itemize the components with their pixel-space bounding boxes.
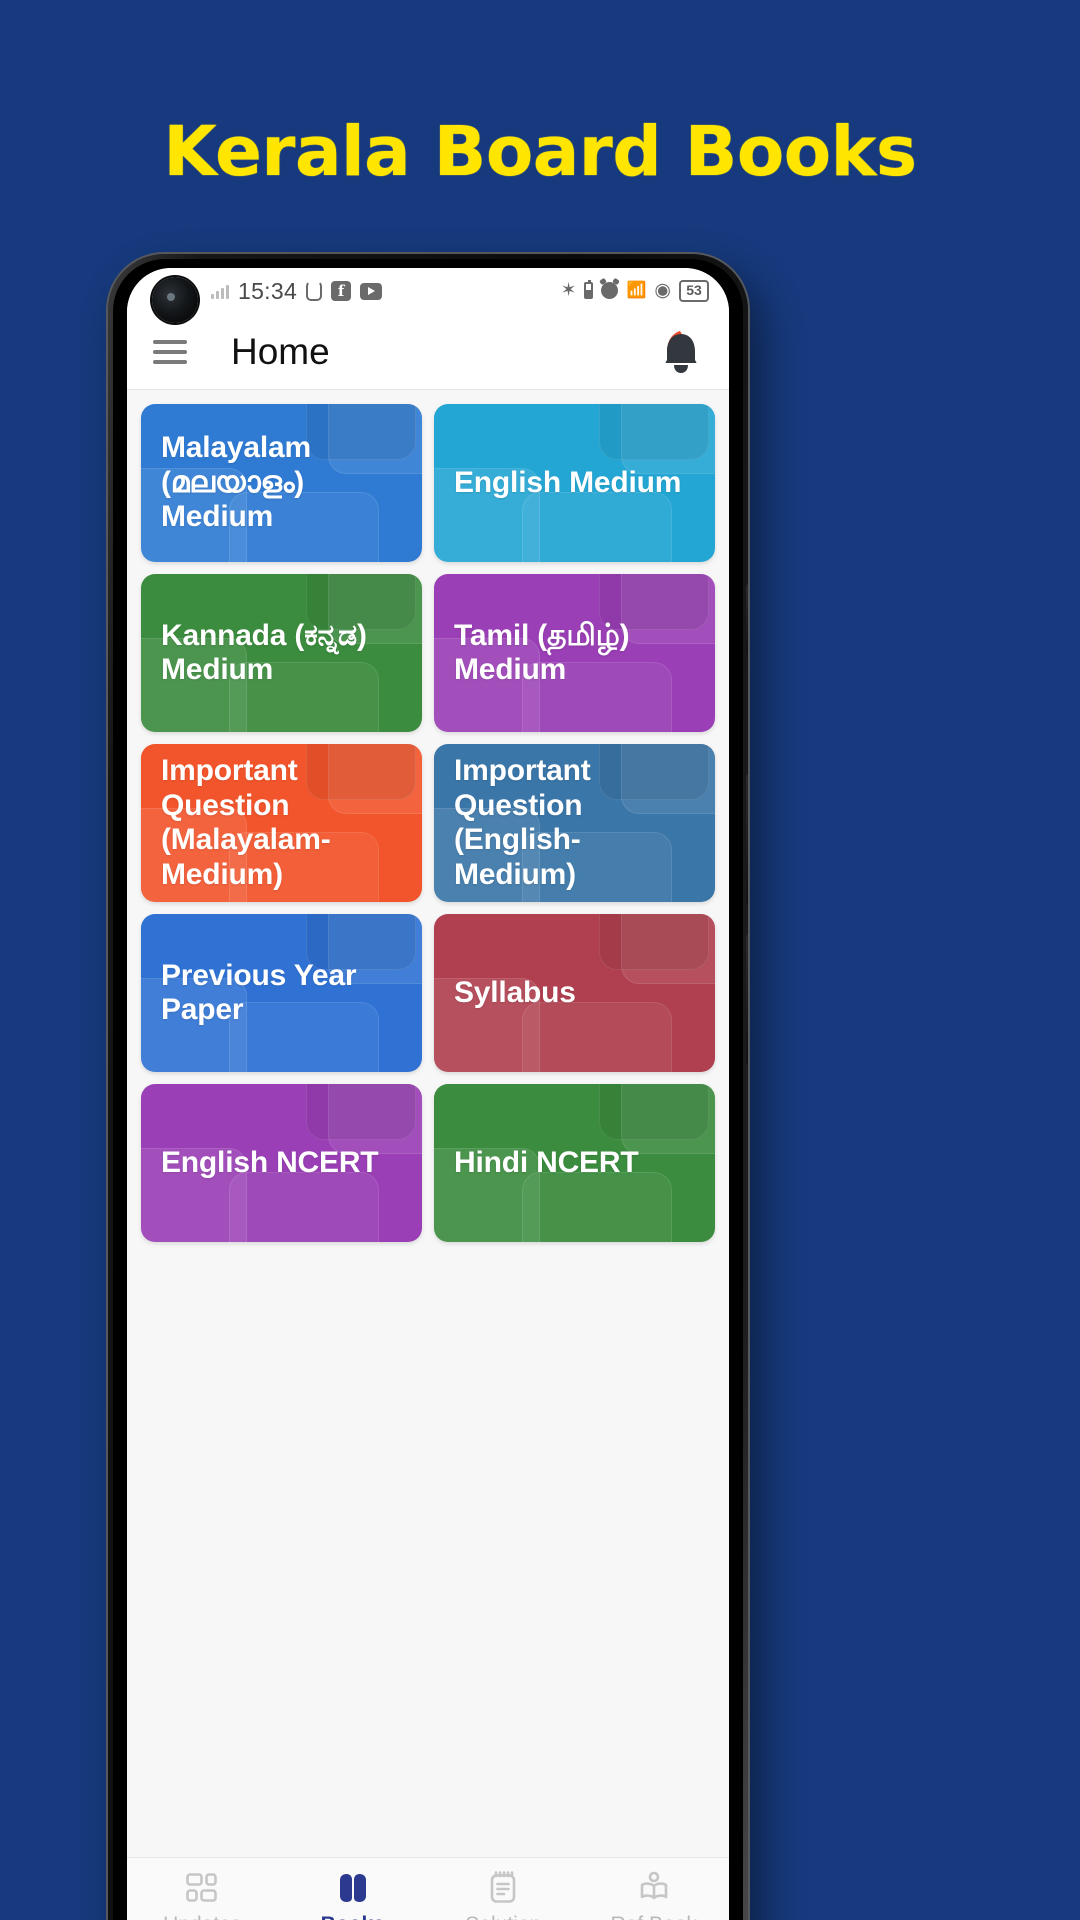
card-label: English Medium bbox=[454, 465, 682, 499]
card-label: Tamil (தமிழ்) Medium bbox=[454, 618, 630, 687]
phone-volume-down-button bbox=[746, 934, 748, 1064]
bottom-navigation: Updates Books bbox=[127, 1857, 729, 1920]
nav-label: Solution bbox=[465, 1913, 541, 1920]
card-kannada-medium[interactable]: Kannada (ಕನ್ನಡ) Medium bbox=[141, 574, 422, 732]
notification-bell-icon[interactable] bbox=[655, 326, 707, 378]
youtube-icon bbox=[360, 282, 383, 300]
card-english-medium[interactable]: English Medium bbox=[434, 404, 715, 562]
card-label: Malayalam (മലയാളം) Medium bbox=[161, 431, 311, 534]
card-label: Important Question (Malayalam-Medium) bbox=[161, 754, 331, 891]
alarm-icon bbox=[601, 282, 619, 300]
phone-volume-up-button bbox=[746, 774, 748, 904]
card-label: Previous Year Paper bbox=[161, 958, 357, 1027]
card-label: Important Question (English-Medium) bbox=[454, 754, 591, 891]
nav-item-updates[interactable]: Updates bbox=[127, 1870, 278, 1920]
card-syllabus[interactable]: Syllabus bbox=[434, 914, 715, 1072]
updates-grid-icon bbox=[184, 1870, 220, 1906]
hamburger-menu-icon[interactable] bbox=[153, 339, 187, 364]
phone-screen: 15:34 f ✶ 📶 ◉ 53 Home Malayalam (മലയാളം)… bbox=[127, 268, 729, 1920]
status-bar-right: ✶ 📶 ◉ 53 bbox=[560, 280, 709, 302]
signal-bars-icon bbox=[211, 283, 229, 299]
nav-label: Updates bbox=[163, 1913, 241, 1920]
bluetooth-icon: ✶ bbox=[560, 280, 577, 302]
battery-small-icon bbox=[584, 280, 594, 300]
nav-label: Books bbox=[321, 1913, 385, 1920]
wifi-icon: ◉ bbox=[654, 280, 671, 302]
status-bar-clock: 15:34 bbox=[238, 277, 298, 304]
card-hindi-ncert[interactable]: Hindi NCERT bbox=[434, 1084, 715, 1242]
page-title: Kerala Board Books bbox=[163, 112, 917, 192]
books-open-icon bbox=[335, 1870, 371, 1906]
card-label: Kannada (ಕನ್ನಡ) Medium bbox=[161, 618, 367, 687]
app-bar: Home bbox=[127, 314, 729, 390]
card-important-question-malayalam[interactable]: Important Question (Malayalam-Medium) bbox=[141, 744, 422, 902]
card-previous-year-paper[interactable]: Previous Year Paper bbox=[141, 914, 422, 1072]
card-label: Syllabus bbox=[454, 975, 576, 1009]
promo-screenshot: Kerala Board Books 15:34 f ✶ 📶 ◉ 53 Home… bbox=[0, 0, 1080, 1920]
nav-item-ref-book[interactable]: Ref Book bbox=[579, 1870, 730, 1920]
phone-bezel: 15:34 f ✶ 📶 ◉ 53 Home Malayalam (മലയാളം)… bbox=[113, 259, 743, 1920]
facebook-icon: f bbox=[331, 281, 352, 301]
card-label: Hindi NCERT bbox=[454, 1145, 639, 1179]
phone-side-button bbox=[746, 584, 748, 654]
card-label: English NCERT bbox=[161, 1145, 379, 1179]
notepad-icon bbox=[485, 1870, 521, 1906]
nav-item-books[interactable]: Books bbox=[278, 1870, 429, 1920]
card-tamil-medium[interactable]: Tamil (தமிழ்) Medium bbox=[434, 574, 715, 732]
status-bar-left: 15:34 f bbox=[211, 277, 383, 305]
card-english-ncert[interactable]: English NCERT bbox=[141, 1084, 422, 1242]
front-camera-punch-hole bbox=[152, 277, 198, 323]
nav-label: Ref Book bbox=[611, 1913, 697, 1920]
card-important-question-english[interactable]: Important Question (English-Medium) bbox=[434, 744, 715, 902]
app-bar-title: Home bbox=[231, 330, 330, 372]
ref-book-icon bbox=[636, 1870, 672, 1906]
battery-percent-badge: 53 bbox=[679, 280, 709, 302]
nav-item-solution[interactable]: Solution bbox=[428, 1870, 579, 1920]
nfc-icon bbox=[306, 281, 323, 301]
card-malayalam-medium[interactable]: Malayalam (മലയാളം) Medium bbox=[141, 404, 422, 562]
category-grid: Malayalam (മലയാളം) Medium English Medium… bbox=[141, 404, 715, 1242]
status-bar: 15:34 f ✶ 📶 ◉ 53 bbox=[127, 268, 729, 323]
main-content: Malayalam (മലയാളം) Medium English Medium… bbox=[127, 390, 729, 1857]
cellular-dual-sim-icon: 📶 bbox=[626, 281, 647, 299]
phone-mockup: 15:34 f ✶ 📶 ◉ 53 Home Malayalam (മലയാളം)… bbox=[108, 254, 748, 1920]
